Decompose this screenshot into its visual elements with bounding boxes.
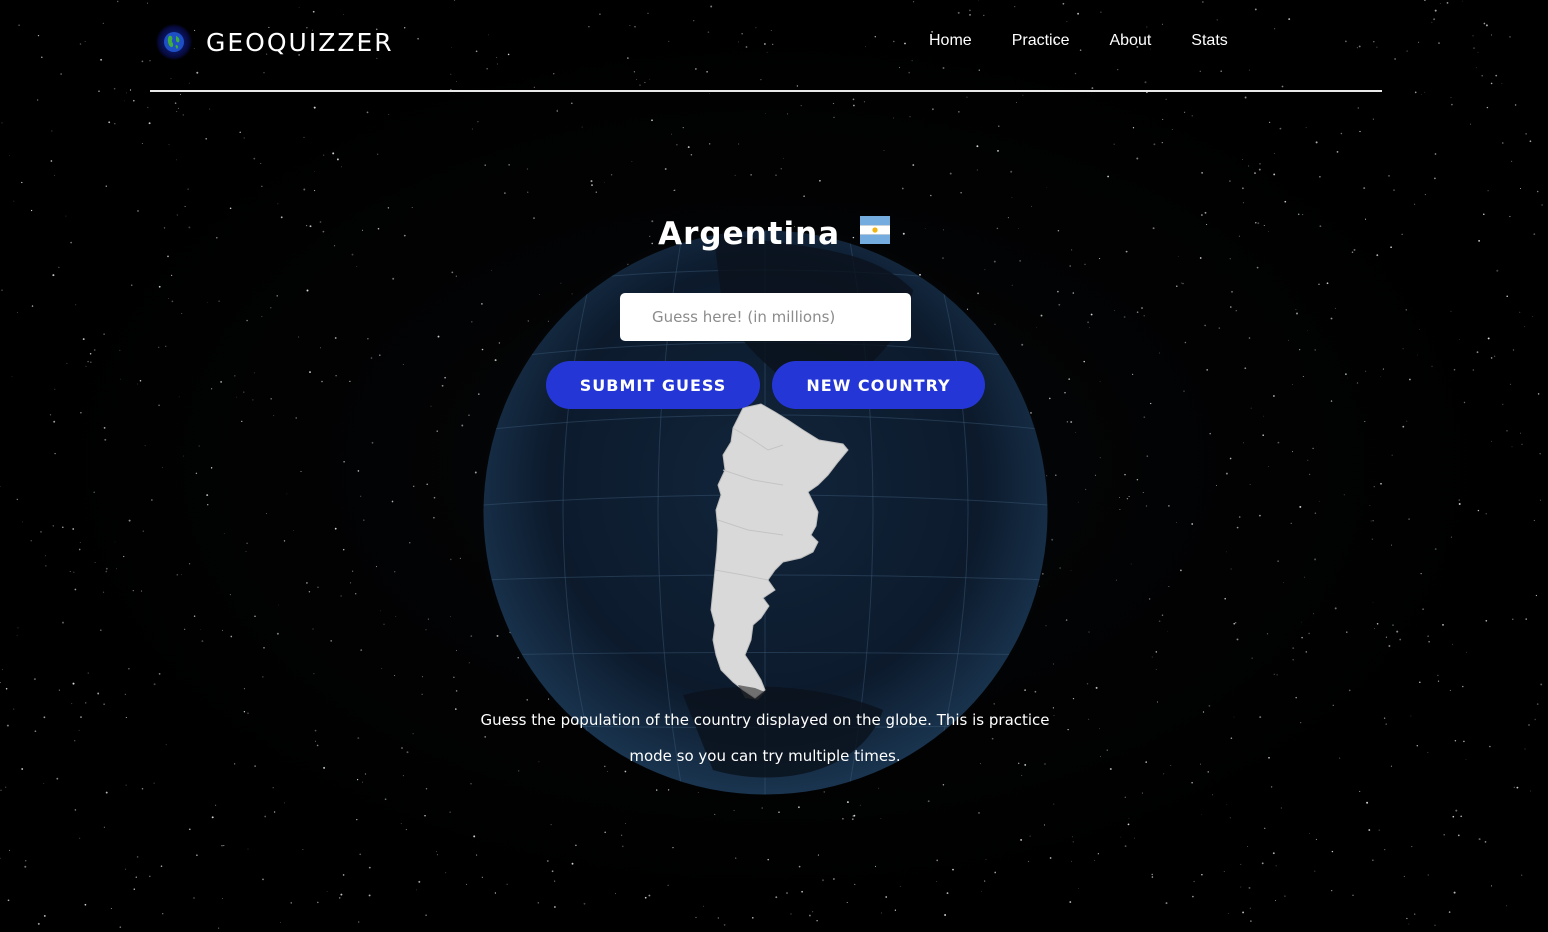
logo[interactable]: GEOQUIZZER [156,24,394,60]
instructions-text: Guess the population of the country disp… [480,711,1050,765]
nav-home[interactable]: Home [929,32,972,50]
logo-text: GEOQUIZZER [206,27,394,57]
guess-input[interactable] [620,293,911,341]
nav-stats[interactable]: Stats [1191,32,1227,50]
submit-guess-button[interactable]: SUBMIT GUESS [546,361,760,409]
argentina-flag-icon [859,215,890,252]
globe-icon [156,24,192,60]
country-title: Argentina [0,215,1548,254]
country-name: Argentina [658,216,841,252]
new-country-button[interactable]: NEW COUNTRY [772,361,985,409]
main-nav: Home Practice About Stats [929,32,1268,50]
nav-about[interactable]: About [1109,32,1151,50]
page: GEOQUIZZER Home Practice About Stats Arg… [0,0,1548,932]
nav-practice[interactable]: Practice [1012,32,1070,50]
header: GEOQUIZZER Home Practice About Stats [150,0,1382,92]
